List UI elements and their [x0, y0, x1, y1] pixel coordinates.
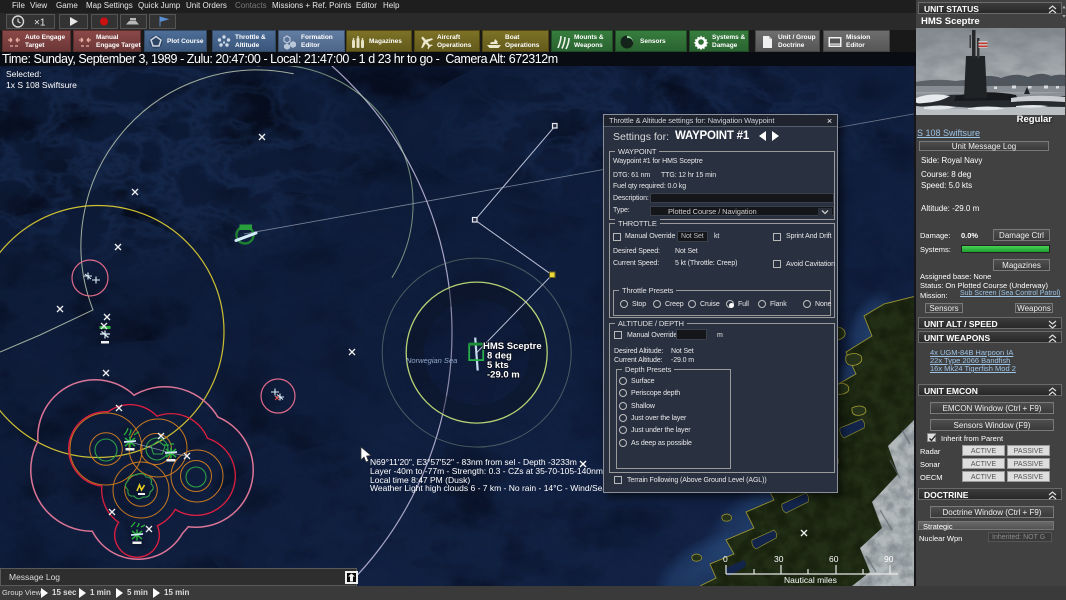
svg-text:1x S 108 Swiftsure: 1x S 108 Swiftsure: [6, 80, 77, 90]
svg-text:Nautical miles: Nautical miles: [784, 575, 837, 585]
svg-text:30: 30: [774, 554, 784, 564]
svg-text:Norwegian Sea: Norwegian Sea: [406, 356, 457, 365]
svg-text:Weather Light high clouds 6 -: Weather Light high clouds 6 - 7 km - No …: [370, 483, 614, 493]
svg-text:-29.0 m: -29.0 m: [487, 370, 520, 381]
svg-text:0: 0: [723, 554, 728, 564]
svg-text:90: 90: [884, 554, 894, 564]
svg-text:×1: ×1: [34, 18, 46, 29]
svg-text:60: 60: [829, 554, 839, 564]
svg-text:Selected:: Selected:: [6, 69, 41, 79]
